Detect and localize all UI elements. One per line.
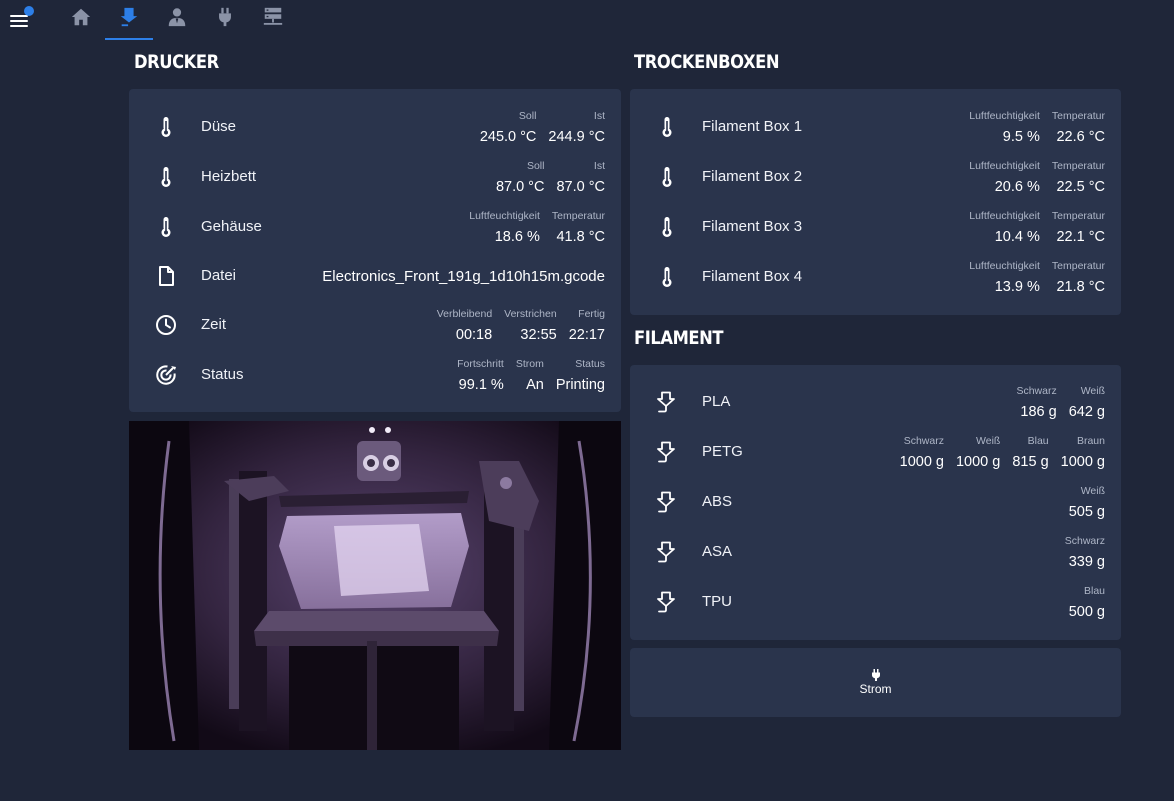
- filament-row: ABS Weiß 505 g: [630, 477, 1121, 527]
- file-row: Datei Electronics_Front_191g_1d10h15m.gc…: [129, 251, 621, 301]
- nozzle-actual: Ist 244.9 °C: [548, 110, 605, 145]
- file-name-value: Electronics_Front_191g_1d10h15m.gcode: [322, 268, 605, 285]
- enclosure-row: Gehäuse Luftfeuchtigkeit 18.6 % Temperatu…: [129, 202, 621, 252]
- filament-row: PLA Schwarz 186 g Weiß 642 g: [630, 377, 1121, 427]
- printer-camera-feed: [129, 421, 621, 750]
- nozzle-target: Soll 245.0 °C: [479, 110, 537, 145]
- notification-dot: [24, 6, 34, 16]
- file-label: Datei: [201, 267, 237, 284]
- filament-icon: [120, 7, 138, 27]
- file-icon: [155, 264, 177, 288]
- filament-type: PLA: [702, 393, 731, 410]
- clock-icon: [155, 313, 177, 337]
- bed-target: Soll 87.0 °C: [495, 160, 545, 195]
- tab-home[interactable]: [57, 0, 105, 40]
- filament-type: TPU: [702, 593, 732, 610]
- drybox-humidity: Luftfeuchtigkeit 10.4 %: [969, 210, 1040, 245]
- dryboxes-section-title: TROCKENBOXEN: [634, 51, 780, 73]
- drybox-row: Filament Box 4 Luftfeuchtigkeit 13.9 % Te…: [630, 252, 1121, 302]
- filament-row: ASA Schwarz 339 g: [630, 527, 1121, 577]
- drybox-humidity: Luftfeuchtigkeit 13.9 %: [969, 260, 1040, 295]
- plug-icon: [871, 669, 880, 681]
- drybox-humidity: Luftfeuchtigkeit 9.5 %: [969, 110, 1040, 145]
- filament-row: PETG Schwarz 1000 g Weiß 1000 g Blau 815 g …: [630, 427, 1121, 477]
- drybox-temperature: Temperatur 22.1 °C: [1051, 210, 1105, 245]
- filament-spool: Weiß 642 g: [1068, 385, 1105, 420]
- tab-power[interactable]: [201, 0, 249, 40]
- thermometer-icon: [155, 165, 177, 189]
- filament-spool: Schwarz 339 g: [1064, 535, 1105, 570]
- nozzle-label: Düse: [201, 118, 237, 135]
- filament-section-title: FILAMENT: [634, 327, 724, 349]
- filament-spool: Blau 500 g: [1068, 585, 1105, 620]
- bed-actual: Ist 87.0 °C: [556, 160, 605, 195]
- time-elapsed: Verstrichen 32:55: [504, 308, 557, 343]
- home-icon: [71, 8, 91, 26]
- bed-row: Heizbett Soll 87.0 °C Ist 87.0 °C: [129, 152, 621, 202]
- filament-spool: Schwarz 186 g: [1016, 385, 1057, 420]
- drybox-row: Filament Box 2 Luftfeuchtigkeit 20.6 % Te…: [630, 152, 1121, 202]
- filament-spool-icon: [656, 590, 678, 614]
- drybox-temperature: Temperatur 22.5 °C: [1051, 160, 1105, 195]
- user-icon: [168, 8, 186, 27]
- server-icon: [263, 7, 283, 25]
- filament-spool: Schwarz 1000 g: [899, 435, 944, 470]
- status-state: Status Printing: [555, 358, 605, 393]
- filament-spool: Weiß 1000 g: [955, 435, 1001, 470]
- nozzle-row: Düse Soll 245.0 °C Ist 244.9 °C: [129, 102, 621, 152]
- thermometer-icon: [155, 115, 177, 139]
- drybox-row: Filament Box 1 Luftfeuchtigkeit 9.5 % Tem…: [630, 102, 1121, 152]
- drybox-humidity: Luftfeuchtigkeit 20.6 %: [969, 160, 1040, 195]
- thermometer-icon: [155, 215, 177, 239]
- power-button[interactable]: Strom: [630, 648, 1121, 717]
- filament-spool-icon: [656, 540, 678, 564]
- filament-card: PLA Schwarz 186 g Weiß 642 g PETG Schwarz 1…: [630, 365, 1121, 640]
- printer-section-title: DRUCKER: [134, 51, 219, 73]
- top-nav-bar: [0, 0, 1174, 40]
- enclosure-label: Gehäuse: [201, 218, 262, 235]
- time-row: Zeit Verbleibend 00:18 Verstrichen 32:55 F…: [129, 300, 621, 350]
- thermometer-icon: [656, 165, 678, 189]
- time-remaining: Verbleibend 00:18: [436, 308, 493, 343]
- power-button-label: Strom: [859, 682, 892, 696]
- filament-row: TPU Blau 500 g: [630, 577, 1121, 627]
- filament-spool-icon: [656, 390, 678, 414]
- tab-server[interactable]: [249, 0, 297, 40]
- printer-card: Düse Soll 245.0 °C Ist 244.9 °C Heizbett S…: [129, 89, 621, 412]
- thermometer-icon: [656, 265, 678, 289]
- status-power: Strom An: [515, 358, 544, 393]
- time-done: Fertig 22:17: [568, 308, 605, 343]
- target-icon: [155, 363, 177, 387]
- enclosure-humidity: Luftfeuchtigkeit 18.6 %: [469, 210, 540, 245]
- drybox-row: Filament Box 3 Luftfeuchtigkeit 10.4 % Te…: [630, 202, 1121, 252]
- drybox-temperature: Temperatur 22.6 °C: [1051, 110, 1105, 145]
- hamburger-menu-button[interactable]: [10, 6, 36, 28]
- drybox-name: Filament Box 3: [702, 218, 803, 235]
- filament-spool: Blau 815 g: [1012, 435, 1049, 470]
- enclosure-temperature: Temperatur 41.8 °C: [551, 210, 605, 245]
- status-row: Status Fortschritt 99.1 % Strom An Status P…: [129, 350, 621, 400]
- filament-type: PETG: [702, 443, 743, 460]
- thermometer-icon: [656, 215, 678, 239]
- drybox-name: Filament Box 2: [702, 168, 803, 185]
- filament-spool: Braun 1000 g: [1060, 435, 1105, 470]
- drybox-name: Filament Box 1: [702, 118, 803, 135]
- filament-spool-icon: [656, 490, 678, 514]
- filament-type: ABS: [702, 493, 733, 510]
- plug-icon: [219, 7, 231, 27]
- dryboxes-card: Filament Box 1 Luftfeuchtigkeit 9.5 % Tem…: [630, 89, 1121, 315]
- status-progress: Fortschritt 99.1 %: [457, 358, 504, 393]
- thermometer-icon: [656, 115, 678, 139]
- time-label: Zeit: [201, 316, 227, 333]
- tab-filament[interactable]: [105, 0, 153, 40]
- filament-type: ASA: [702, 543, 733, 560]
- tab-users[interactable]: [153, 0, 201, 40]
- filament-spool-icon: [656, 440, 678, 464]
- drybox-name: Filament Box 4: [702, 268, 803, 285]
- filament-spool: Weiß 505 g: [1068, 485, 1105, 520]
- bed-label: Heizbett: [201, 168, 257, 185]
- status-label: Status: [201, 366, 244, 383]
- drybox-temperature: Temperatur 21.8 °C: [1051, 260, 1105, 295]
